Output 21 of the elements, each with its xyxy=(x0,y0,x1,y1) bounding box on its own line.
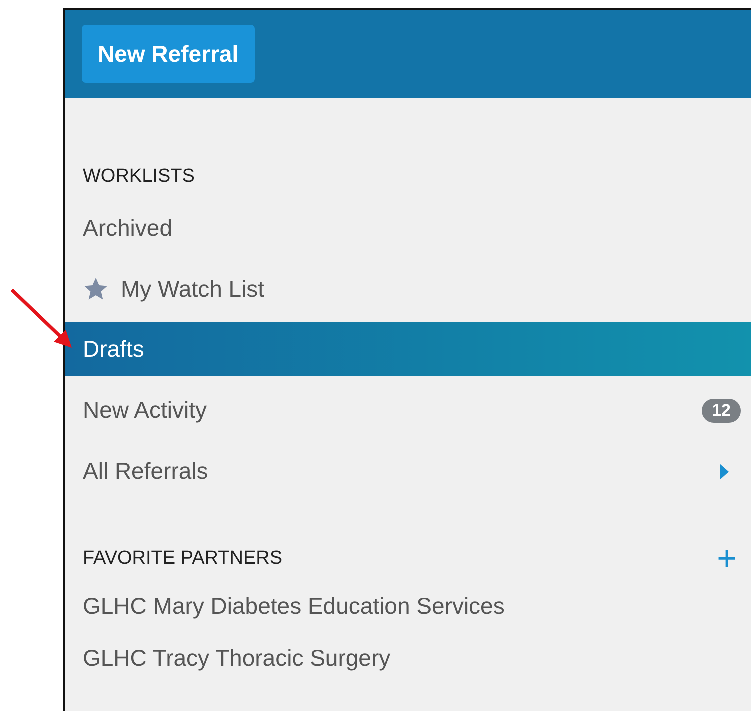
item-label: My Watch List xyxy=(121,276,266,303)
worklist-item[interactable]: My Watch List xyxy=(65,259,751,320)
item-label: All Referrals xyxy=(83,458,210,485)
star-icon xyxy=(83,277,109,302)
worklist-item[interactable]: Archived xyxy=(65,198,751,259)
item-label: GLHC Mary Diabetes Education Services xyxy=(83,592,506,620)
worklist-item[interactable]: Drafts xyxy=(65,322,751,376)
section-heading: WORKLISTS xyxy=(82,165,196,189)
item-label: Archived xyxy=(83,215,174,242)
worklist-item[interactable]: New Activity 12 xyxy=(65,380,751,441)
partner-item[interactable]: GLHC Mary Diabetes Education Services xyxy=(65,580,751,632)
annotation-arrow xyxy=(10,288,74,350)
item-label: New Activity xyxy=(83,397,208,424)
item-label: GLHC Tracy Thoracic Surgery xyxy=(83,644,392,672)
caret-icon xyxy=(720,464,729,480)
partner-item[interactable]: GLHC Tracy Thoracic Surgery xyxy=(65,632,751,684)
section-heading: FAVORITE PARTNERS xyxy=(82,547,283,571)
new-referral-button[interactable]: New Referral xyxy=(82,25,255,83)
item-label: Drafts xyxy=(83,336,146,362)
worklist-item[interactable]: All Referrals xyxy=(65,441,751,502)
count-badge: 12 xyxy=(702,398,741,422)
